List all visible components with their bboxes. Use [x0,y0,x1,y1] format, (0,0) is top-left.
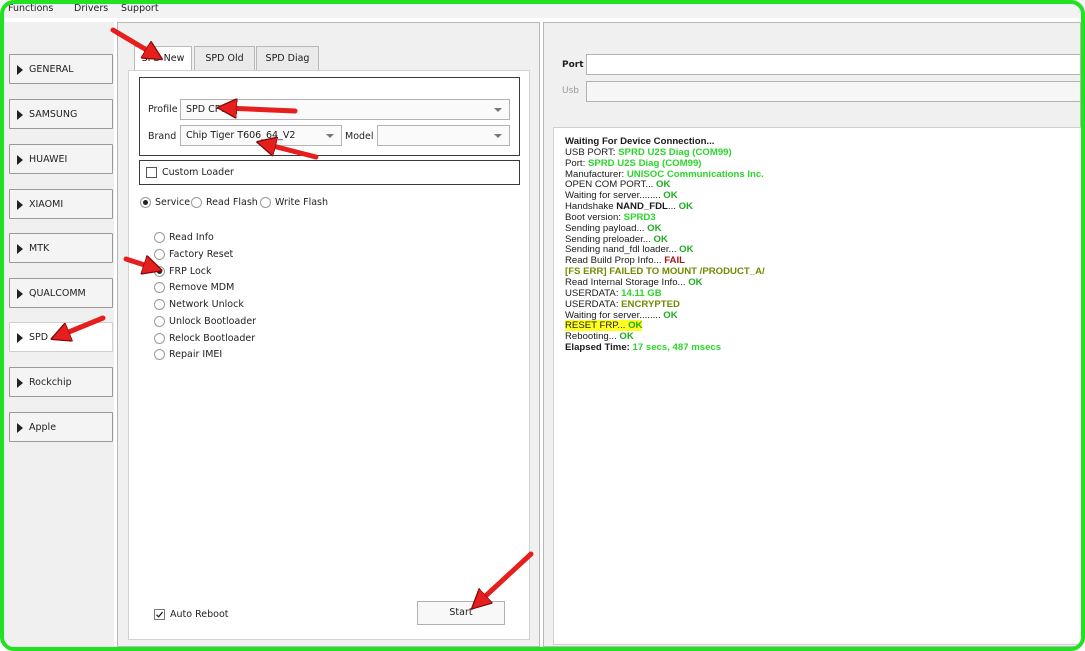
arrow-to-brand [265,144,319,160]
arrow-to-start [478,551,534,603]
arrow-to-profile [226,108,298,111]
annotation-arrows [0,27,534,651]
arrow-to-frp-lock [123,259,154,268]
arrow-to-spd-tab [59,315,106,336]
arrow-to-spd-new-tab [110,27,155,55]
